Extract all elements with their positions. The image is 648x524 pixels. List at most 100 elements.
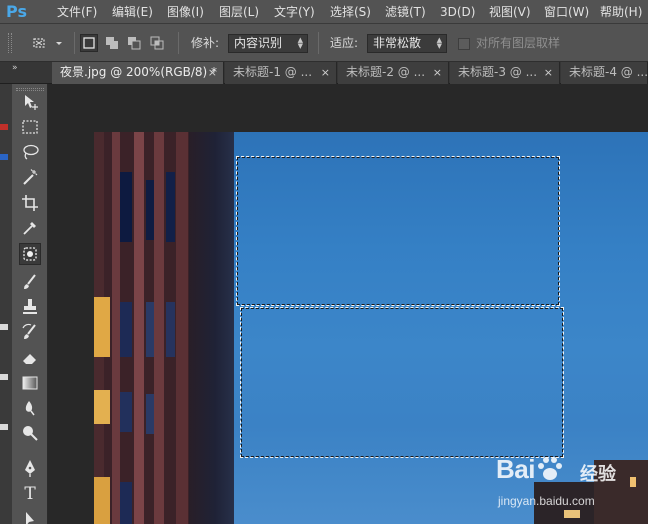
menu-edit[interactable]: 编辑(E) <box>112 4 153 20</box>
background-window-mark <box>0 374 8 380</box>
building-window <box>146 180 154 240</box>
tab-document-active[interactable]: 夜景.jpg @ 200%(RGB/8) * × <box>52 62 224 84</box>
tab-label: 未标题-4 @ ... <box>569 65 648 79</box>
tab-document[interactable]: 未标题-4 @ ... <box>561 62 648 84</box>
tab-label: 未标题-3 @ ... <box>458 65 538 79</box>
type-tool-icon: T <box>24 484 36 504</box>
document-tabs: » 夜景.jpg @ 200%(RGB/8) * × 未标题-1 @ ... ×… <box>0 62 648 84</box>
lasso-tool-icon <box>23 144 39 160</box>
patch-tool-icon <box>23 247 37 261</box>
menu-help[interactable]: 帮助(H) <box>600 4 642 20</box>
watermark-brand-cn: 经验 <box>580 464 616 485</box>
crop-tool[interactable] <box>20 193 40 213</box>
move-tool-icon <box>25 95 38 110</box>
magic-wand-tool[interactable] <box>20 168 40 188</box>
type-tool[interactable]: T <box>20 484 40 504</box>
tools-grip[interactable] <box>16 88 44 91</box>
marquee-tool[interactable] <box>20 117 40 137</box>
menu-filter[interactable]: 滤镜(T) <box>385 4 426 20</box>
menu-layer[interactable]: 图层(L) <box>219 4 259 20</box>
intersect-selection-icon <box>150 36 164 50</box>
menu-type[interactable]: 文字(Y) <box>274 4 315 20</box>
menu-view[interactable]: 视图(V) <box>489 4 531 20</box>
options-separator <box>178 32 179 54</box>
lit-window <box>94 390 110 424</box>
magic-wand-tool-icon <box>23 169 38 185</box>
adapt-label: 适应: <box>330 36 359 50</box>
mode-add-selection[interactable] <box>103 34 121 52</box>
patch-tool[interactable] <box>19 243 41 265</box>
selection-marquee-target[interactable] <box>240 307 564 458</box>
watermark-url: jingyan.baidu.com <box>498 494 595 508</box>
dodge-tool[interactable] <box>20 423 40 443</box>
selection-marquee-source[interactable] <box>236 156 560 306</box>
subtract-from-selection-icon <box>128 37 141 50</box>
close-icon[interactable]: × <box>321 62 330 83</box>
tab-label: 未标题-2 @ ... <box>346 65 426 79</box>
pen-tool-icon <box>25 460 35 477</box>
building-window <box>146 394 154 434</box>
dodge-tool-icon <box>23 426 38 441</box>
adapt-value: 非常松散 <box>373 36 422 50</box>
close-icon[interactable]: × <box>433 62 442 83</box>
building-column <box>112 132 120 524</box>
repair-mode-select[interactable]: 内容识别 ▲ ▼ <box>228 34 308 53</box>
options-grip[interactable] <box>8 33 12 53</box>
menu-3d[interactable]: 3D(D) <box>440 4 475 20</box>
lit-window <box>94 297 110 357</box>
marquee-tool-icon <box>22 120 38 134</box>
background-window-mark <box>0 124 8 130</box>
menu-window[interactable]: 窗口(W) <box>544 4 589 20</box>
eyedropper-tool[interactable] <box>20 218 40 238</box>
panel-collapse-icon[interactable]: » <box>12 63 18 73</box>
building-column <box>134 132 144 524</box>
gradient-tool[interactable] <box>20 373 40 393</box>
menu-bar: Ps 文件(F) 编辑(E) 图像(I) 图层(L) 文字(Y) 选择(S) 滤… <box>0 0 648 24</box>
lasso-tool[interactable] <box>20 142 40 162</box>
photoshop-logo: Ps <box>6 2 27 21</box>
path-selection-tool-icon <box>26 512 34 524</box>
menu-image[interactable]: 图像(I) <box>167 4 204 20</box>
tab-document[interactable]: 未标题-2 @ ... × <box>338 62 449 84</box>
close-icon[interactable]: × <box>544 62 553 83</box>
eyedropper-tool-icon <box>23 222 36 235</box>
sample-all-layers-checkbox[interactable] <box>458 38 470 50</box>
clone-stamp-tool[interactable] <box>20 297 40 317</box>
select-arrows-icon: ▲ ▼ <box>436 36 442 50</box>
mode-subtract-selection[interactable] <box>125 34 143 52</box>
menu-file[interactable]: 文件(F) <box>57 4 97 20</box>
close-icon[interactable]: × <box>208 62 217 83</box>
dark-building-edge <box>186 132 234 524</box>
move-tool[interactable] <box>20 92 40 112</box>
repair-mode-value: 内容识别 <box>234 36 283 50</box>
new-selection-icon <box>83 37 95 49</box>
tool-preset-picker[interactable] <box>30 34 66 52</box>
lit-window <box>94 477 110 524</box>
building-column <box>154 132 164 524</box>
crop-tool-icon <box>22 195 38 211</box>
menu-select[interactable]: 选择(S) <box>330 4 371 20</box>
building-window <box>120 482 132 524</box>
building-window <box>146 302 154 357</box>
select-arrows-icon: ▲ ▼ <box>297 36 303 50</box>
adapt-select[interactable]: 非常松散 ▲ ▼ <box>367 34 447 53</box>
pen-tool[interactable] <box>20 458 40 478</box>
background-window-mark <box>0 154 8 160</box>
history-brush-tool[interactable] <box>20 322 40 342</box>
watermark-brand: Bai <box>496 454 535 484</box>
tab-label: 夜景.jpg @ 200%(RGB/8) * <box>60 65 218 79</box>
baidu-watermark: Bai 经验 jingyan.baidu.com <box>496 454 646 518</box>
options-separator <box>318 32 319 54</box>
blur-tool[interactable] <box>20 398 40 418</box>
tab-document[interactable]: 未标题-1 @ ... × <box>225 62 337 84</box>
path-selection-tool[interactable] <box>20 509 40 524</box>
tab-document[interactable]: 未标题-3 @ ... × <box>450 62 560 84</box>
building-window <box>120 392 132 432</box>
left-building <box>94 132 189 524</box>
eraser-tool[interactable] <box>20 348 40 368</box>
mode-new-selection[interactable] <box>80 34 98 52</box>
brush-tool[interactable] <box>20 272 40 292</box>
background-window-mark <box>0 424 8 430</box>
mode-intersect-selection[interactable] <box>148 34 166 52</box>
background-window-strip <box>0 84 12 524</box>
